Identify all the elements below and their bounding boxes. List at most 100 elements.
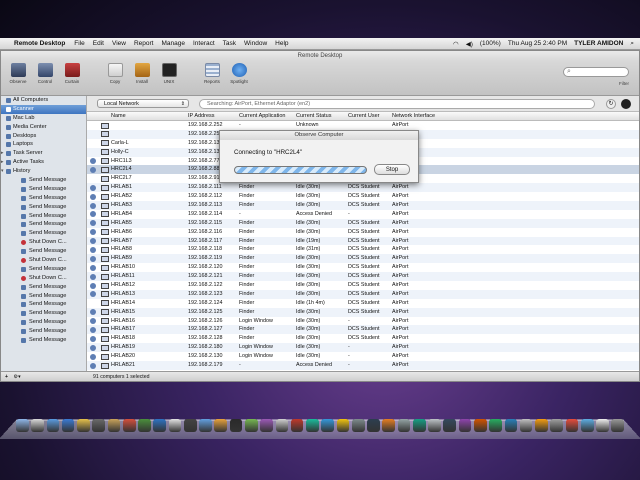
table-row[interactable]: HRLAB11 192.168.2.121 Finder Idle (30m) DCS … — [87, 272, 639, 282]
install-button[interactable]: Install — [129, 63, 155, 84]
copy-button[interactable]: Copy — [102, 63, 128, 84]
dock-app-icon[interactable] — [458, 419, 472, 432]
reports-button[interactable]: Reports — [199, 63, 225, 84]
network-scope-popup[interactable]: Local Network — [97, 99, 189, 108]
refresh-icon[interactable]: ↻ — [606, 99, 616, 109]
dock-app-icon[interactable] — [565, 419, 579, 432]
dock-app-icon[interactable] — [229, 419, 243, 432]
dock-app-icon[interactable] — [336, 419, 350, 432]
sidebar-item-all-computers[interactable]: All Computers — [1, 96, 86, 105]
control-button[interactable]: Control — [32, 63, 58, 84]
dock-app-icon[interactable] — [31, 419, 44, 432]
user-menu[interactable]: TYLER AMIDON — [574, 40, 623, 47]
table-row[interactable]: HRLAB13 192.168.2.123 Finder Idle (30m) DCS … — [87, 289, 639, 299]
history-send-message[interactable]: Send Message — [1, 300, 86, 309]
table-row[interactable]: HRLAB21 192.168.2.179 - Access Denied - AirPo… — [87, 361, 639, 370]
history-shut-down[interactable]: Shut Down C... — [1, 238, 86, 247]
table-row[interactable]: HRLAB14 192.168.2.124 Finder Idle (1h 4m) DC… — [87, 299, 639, 308]
sidebar-item-task-server[interactable]: Task Server — [1, 149, 86, 158]
dock-app-icon[interactable] — [382, 419, 396, 432]
dock-app-icon[interactable] — [92, 419, 105, 432]
table-row[interactable]: HRLAB8 192.168.2.118 Finder Idle (31m) DCS S… — [87, 245, 639, 254]
dock-app-icon[interactable] — [290, 419, 304, 432]
dock-app-icon[interactable] — [61, 419, 75, 432]
dock-app-icon[interactable] — [519, 419, 533, 432]
sidebar-item-mac-lab[interactable]: Mac Lab — [1, 114, 86, 123]
observe-button[interactable]: Observe — [5, 63, 31, 84]
menu-manage[interactable]: Manage — [161, 40, 185, 47]
dock-app-icon[interactable] — [550, 419, 563, 432]
add-button[interactable]: + — [5, 374, 8, 380]
history-send-message[interactable]: Send Message — [1, 194, 86, 203]
clock[interactable]: Thu Aug 25 2:40 PM — [508, 40, 567, 47]
sidebar-item-media-center[interactable]: Media Center — [1, 123, 86, 132]
column-current-application[interactable]: Current Application — [239, 112, 285, 121]
spotlight-icon[interactable]: ⌕ — [630, 40, 634, 48]
history-send-message[interactable]: Send Message — [1, 283, 86, 292]
history-send-message[interactable]: Send Message — [1, 176, 86, 185]
column-name[interactable]: Name — [111, 112, 126, 121]
table-row[interactable]: HRLAB17 192.168.2.127 Finder Idle (30m) DCS … — [87, 325, 639, 335]
dock-app-icon[interactable] — [611, 419, 625, 432]
history-send-message[interactable]: Send Message — [1, 185, 86, 194]
table-row[interactable]: HRLAB6 192.168.2.116 Finder Idle (30m) DCS S… — [87, 228, 639, 237]
history-send-message[interactable]: Send Message — [1, 229, 86, 238]
sidebar-item-scanner[interactable]: Scanner — [1, 104, 86, 114]
dock-app-icon[interactable] — [473, 419, 487, 432]
history-send-message[interactable]: Send Message — [1, 292, 86, 301]
menu-help[interactable]: Help — [275, 40, 288, 47]
dock-app-icon[interactable] — [367, 419, 380, 432]
dock-app-icon[interactable] — [138, 419, 151, 432]
dock-app-icon[interactable] — [351, 419, 365, 432]
sidebar-item-active-tasks[interactable]: Active Tasks — [1, 158, 86, 167]
menu-window[interactable]: Window — [244, 40, 267, 47]
dock-app-icon[interactable] — [107, 419, 121, 432]
dock-app-icon[interactable] — [428, 419, 441, 432]
menu-file[interactable]: File — [74, 40, 84, 47]
menu-edit[interactable]: Edit — [93, 40, 104, 47]
app-menu[interactable]: Remote Desktop — [14, 40, 65, 47]
history-send-message[interactable]: Send Message — [1, 327, 86, 336]
history-shut-down[interactable]: Shut Down C... — [1, 256, 86, 265]
menu-view[interactable]: View — [112, 40, 126, 47]
curtain-button[interactable]: Curtain — [59, 63, 85, 84]
column-ip-address[interactable]: IP Address — [188, 112, 215, 121]
table-row[interactable]: HRLAB20 192.168.2.130 Login Window Idle (30… — [87, 352, 639, 361]
dock-app-icon[interactable] — [122, 419, 136, 432]
history-send-message[interactable]: Send Message — [1, 265, 86, 274]
dock-app-icon[interactable] — [153, 419, 167, 432]
dock-app-icon[interactable] — [260, 419, 273, 432]
table-row[interactable]: HRLAB3 192.168.2.113 Finder Idle (30m) DCS S… — [87, 201, 639, 210]
table-row[interactable]: HRLAB1 192.168.2.111 Finder Idle (30m) DCS S… — [87, 183, 639, 193]
column-current-user[interactable]: Current User — [348, 112, 379, 121]
filter-search-input[interactable] — [563, 67, 629, 77]
menu-interact[interactable]: Interact — [193, 40, 215, 47]
menu-task[interactable]: Task — [223, 40, 236, 47]
history-send-message[interactable]: Send Message — [1, 247, 86, 256]
table-row[interactable]: HRLAB9 192.168.2.119 Finder Idle (30m) DCS S… — [87, 254, 639, 264]
dock-app-icon[interactable] — [443, 419, 457, 432]
table-row[interactable]: HRLAB16 192.168.2.126 Login Window Idle (30… — [87, 317, 639, 326]
volume-icon[interactable]: ◀) — [466, 40, 473, 48]
action-menu-icon[interactable]: ⚙▾ — [13, 374, 20, 380]
dock-app-icon[interactable] — [275, 419, 289, 432]
dock-app-icon[interactable] — [397, 419, 411, 432]
history-send-message[interactable]: Send Message — [1, 212, 86, 221]
sidebar-item-desktops[interactable]: Desktops — [1, 132, 86, 141]
table-row[interactable]: HRLAB18 192.168.2.128 Finder Idle (30m) DCS … — [87, 334, 639, 343]
history-shut-down[interactable]: Shut Down C... — [1, 274, 86, 283]
table-row[interactable]: HRLAB5 192.168.2.115 Finder Idle (30m) DCS S… — [87, 218, 639, 228]
table-row[interactable]: HRLAB12 192.168.2.122 Finder Idle (30m) DCS … — [87, 281, 639, 290]
history-send-message[interactable]: Send Message — [1, 220, 86, 229]
dock-app-icon[interactable] — [244, 419, 258, 432]
unix-button[interactable]: UNIX — [156, 63, 182, 84]
dock-app-icon[interactable] — [16, 419, 29, 432]
dock-app-icon[interactable] — [321, 419, 334, 432]
table-row[interactable]: HRLAB15 192.168.2.125 Finder Idle (30m) DCS … — [87, 307, 639, 317]
history-send-message[interactable]: Send Message — [1, 203, 86, 212]
table-row[interactable]: HRLAB7 192.168.2.117 Finder Idle (19m) DCS S… — [87, 236, 639, 246]
table-row[interactable]: HRLAB4 192.168.2.114 - Access Denied - AirPor… — [87, 210, 639, 219]
dock-app-icon[interactable] — [504, 419, 518, 432]
history-send-message[interactable]: Send Message — [1, 309, 86, 318]
dock-app-icon[interactable] — [596, 419, 609, 432]
